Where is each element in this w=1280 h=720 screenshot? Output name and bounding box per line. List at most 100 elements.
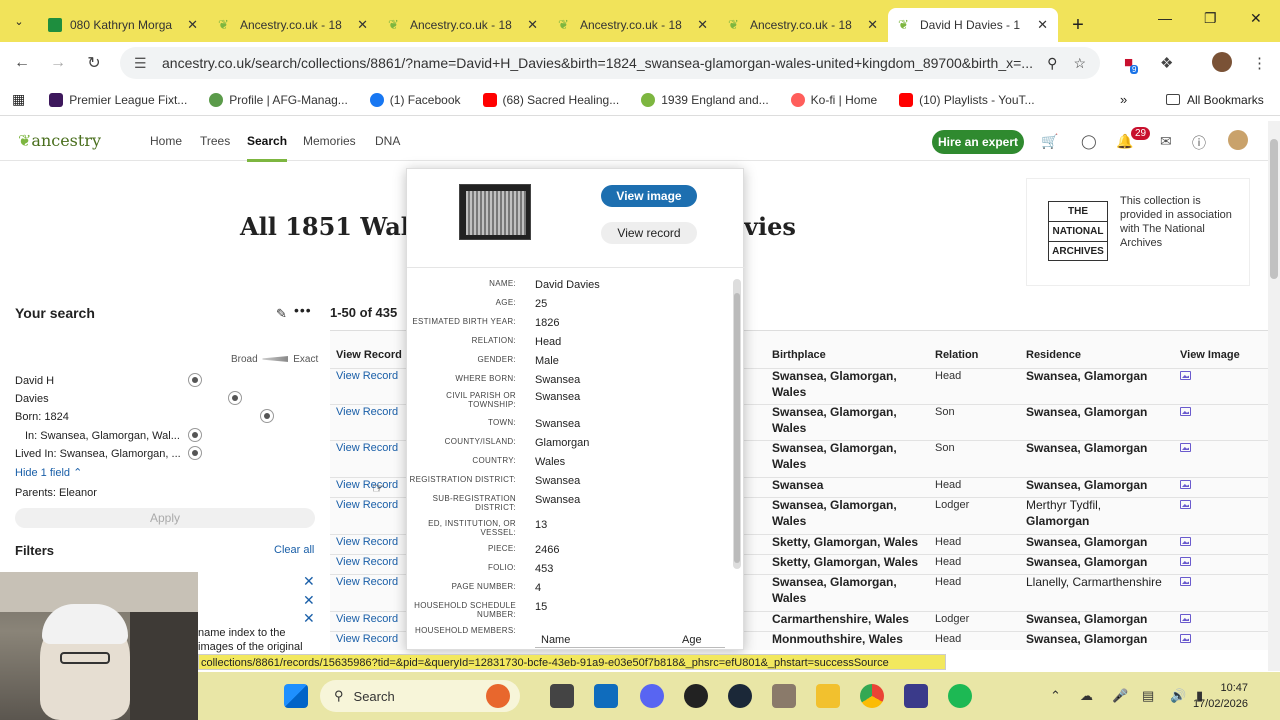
popup-scrollbar[interactable] xyxy=(733,279,741,569)
col-header-view-record[interactable]: View Record xyxy=(336,349,402,361)
outlook-icon[interactable] xyxy=(594,684,618,708)
remove-filter-icon[interactable]: ✕ xyxy=(303,573,315,590)
apply-button[interactable]: Apply xyxy=(15,508,315,528)
back-icon[interactable]: ← xyxy=(4,54,40,72)
view-record-link[interactable]: View Record xyxy=(336,574,398,590)
clear-all-link[interactable]: Clear all xyxy=(274,544,314,556)
browser-tab-3[interactable]: ❦ Ancestry.co.uk - 18 ✕ xyxy=(378,8,548,42)
bookmark-premier-league[interactable]: Premier League Fixt... xyxy=(49,92,187,107)
view-image-icon[interactable] xyxy=(1180,537,1191,546)
bookmark-star-icon[interactable]: ☆ xyxy=(1073,55,1086,72)
edit-pencil-icon[interactable]: ✎ xyxy=(276,306,287,322)
tray-chevron-icon[interactable]: ⌃ xyxy=(1050,688,1061,704)
view-image-icon[interactable] xyxy=(1180,371,1191,380)
ancestry-logo[interactable]: ❦ancestry xyxy=(18,131,101,150)
nav-dna[interactable]: DNA xyxy=(375,134,400,148)
close-tab-icon[interactable]: ✕ xyxy=(527,17,538,33)
close-tab-icon[interactable]: ✕ xyxy=(697,17,708,33)
remove-filter-icon[interactable]: ✕ xyxy=(303,610,315,627)
spotify-icon[interactable] xyxy=(948,684,972,708)
zoom-icon[interactable]: ⚲ xyxy=(1047,55,1057,72)
browser-tab-2[interactable]: ❦ Ancestry.co.uk - 18 ✕ xyxy=(208,8,378,42)
nav-home[interactable]: Home xyxy=(150,134,182,148)
page-scrollbar[interactable] xyxy=(1268,121,1280,671)
bookmark-youtube-playlists[interactable]: (10) Playlists - YouT... xyxy=(899,92,1035,107)
more-bookmarks-icon[interactable]: » xyxy=(1120,92,1127,107)
hire-expert-button[interactable]: Hire an expert xyxy=(932,130,1024,154)
view-record-link[interactable]: View Record xyxy=(336,440,398,456)
exactness-slider-first-name[interactable] xyxy=(188,373,202,387)
more-options-icon[interactable]: ••• xyxy=(294,302,312,318)
windows-start-icon[interactable] xyxy=(284,684,308,708)
col-header-birthplace[interactable]: Birthplace xyxy=(772,349,826,361)
close-window-icon[interactable]: ✕ xyxy=(1250,10,1262,27)
hide-field-toggle[interactable]: Hide 1 field ⌃ xyxy=(15,466,82,479)
url-text[interactable]: ancestry.co.uk/search/collections/8861/?… xyxy=(162,55,1037,71)
address-bar[interactable]: ☰ ancestry.co.uk/search/collections/8861… xyxy=(120,47,1100,79)
close-tab-icon[interactable]: ✕ xyxy=(357,17,368,33)
view-image-icon[interactable] xyxy=(1180,614,1191,623)
view-record-link[interactable]: View Record xyxy=(336,611,398,627)
apps-grid-icon[interactable]: ▦ xyxy=(12,91,25,108)
discord-icon[interactable] xyxy=(640,684,664,708)
task-view-icon[interactable] xyxy=(550,684,574,708)
help-icon[interactable]: ⓘ xyxy=(1192,133,1206,153)
exactness-slider-born[interactable] xyxy=(260,409,274,423)
view-record-link[interactable]: View Record xyxy=(336,554,398,570)
view-image-button[interactable]: View image xyxy=(601,185,697,207)
forward-icon[interactable]: → xyxy=(40,54,76,72)
nav-memories[interactable]: Memories xyxy=(303,134,356,148)
view-image-icon[interactable] xyxy=(1180,577,1191,586)
bookmark-1939-england[interactable]: 1939 England and... xyxy=(641,92,769,107)
exactness-slider-birthplace[interactable] xyxy=(188,428,202,442)
snipping-tool-icon[interactable] xyxy=(904,684,928,708)
menu-dots-icon[interactable]: ⋮ xyxy=(1252,54,1267,72)
nav-trees[interactable]: Trees xyxy=(200,134,230,148)
tab-search-button[interactable]: ⌄ xyxy=(0,0,38,42)
chrome-icon[interactable] xyxy=(860,684,884,708)
view-record-link[interactable]: View Record xyxy=(336,497,398,513)
reload-icon[interactable]: ↻ xyxy=(76,53,112,73)
user-avatar[interactable] xyxy=(1228,130,1248,150)
new-tab-button[interactable]: + xyxy=(1058,8,1098,42)
site-info-icon[interactable]: ☰ xyxy=(134,55,150,72)
cart-icon[interactable]: 🛒 xyxy=(1041,133,1058,150)
bookmark-sacred-healing[interactable]: (68) Sacred Healing... xyxy=(482,92,619,107)
restore-icon[interactable]: ❐ xyxy=(1204,10,1217,27)
dragon-icon[interactable] xyxy=(486,684,510,708)
exactness-slider-lived-in[interactable] xyxy=(188,446,202,460)
onedrive-icon[interactable]: ☁ xyxy=(1080,688,1093,704)
remove-filter-icon[interactable]: ✕ xyxy=(303,592,315,609)
col-header-residence[interactable]: Residence xyxy=(1026,349,1081,361)
view-image-icon[interactable] xyxy=(1180,500,1191,509)
browser-tab-active[interactable]: ❦ David H Davies - 1 ✕ xyxy=(888,8,1058,42)
app-icon[interactable] xyxy=(772,684,796,708)
view-record-link[interactable]: View Record xyxy=(336,477,398,493)
microphone-icon[interactable]: 🎤 xyxy=(1112,688,1128,704)
minimize-icon[interactable]: — xyxy=(1158,10,1172,26)
messages-icon[interactable]: ✉ xyxy=(1160,133,1172,150)
steam-icon[interactable] xyxy=(728,684,752,708)
hints-icon[interactable]: ◯ xyxy=(1081,133,1097,150)
taskbar-clock[interactable]: 10:47 17/02/2026 xyxy=(1168,680,1248,712)
nav-search[interactable]: Search xyxy=(247,134,288,162)
puzzle-icon[interactable]: ❖ xyxy=(1160,54,1173,72)
obs-icon[interactable] xyxy=(684,684,708,708)
view-image-icon[interactable] xyxy=(1180,634,1191,643)
col-header-view-image[interactable]: View Image xyxy=(1180,349,1240,361)
view-record-link[interactable]: View Record xyxy=(336,631,398,647)
bookmark-afg-profile[interactable]: Profile | AFG-Manag... xyxy=(209,92,348,107)
browser-tab-5[interactable]: ❦ Ancestry.co.uk - 18 ✕ xyxy=(718,8,888,42)
col-header-relation[interactable]: Relation xyxy=(935,349,978,361)
view-image-icon[interactable] xyxy=(1180,557,1191,566)
record-image-thumbnail[interactable] xyxy=(459,184,531,240)
browser-tab-1[interactable]: 080 Kathryn Morga ✕ xyxy=(38,8,208,42)
network-icon[interactable]: ▤ xyxy=(1142,688,1154,704)
all-bookmarks-button[interactable]: All Bookmarks xyxy=(1166,93,1264,107)
close-tab-icon[interactable]: ✕ xyxy=(187,17,198,33)
view-record-link[interactable]: View Record xyxy=(336,368,398,384)
close-tab-icon[interactable]: ✕ xyxy=(1037,17,1048,33)
view-image-icon[interactable] xyxy=(1180,407,1191,416)
close-tab-icon[interactable]: ✕ xyxy=(867,17,878,33)
bookmark-kofi[interactable]: Ko-fi | Home xyxy=(790,92,877,107)
